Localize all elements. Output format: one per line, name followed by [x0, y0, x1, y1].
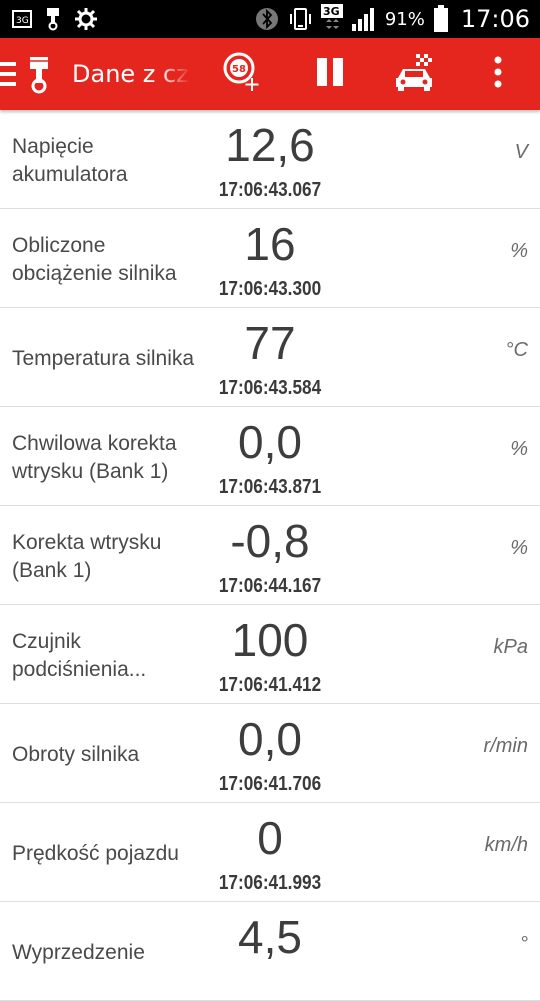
pause-button[interactable] — [302, 38, 358, 110]
sensor-row[interactable]: Czujnik podciśnienia... 100 17:06:41.412… — [0, 605, 540, 704]
sensor-unit: kPa — [493, 636, 528, 658]
sensor-unit: km/h — [484, 834, 528, 856]
sensor-timestamp: 17:06:44.167 — [218, 575, 322, 597]
svg-text:58: 58 — [232, 64, 246, 75]
signal-icon — [351, 6, 377, 32]
sensor-timestamp: 17:06:43.300 — [218, 278, 322, 300]
add-gauge-icon: 58 — [222, 51, 262, 97]
sensor-unit: % — [510, 438, 528, 460]
race-button[interactable] — [386, 38, 442, 110]
page-title: Dane z czujników — [72, 38, 190, 110]
gear-notification-icon — [74, 7, 98, 31]
sensor-unit: r/min — [483, 735, 528, 757]
menu-icon[interactable] — [0, 62, 16, 86]
race-car-icon — [392, 52, 436, 96]
more-options-button[interactable] — [470, 38, 526, 110]
sensor-value: 0 — [257, 812, 283, 864]
sensor-row[interactable]: Wyprzedzenie 4,5 ° — [0, 902, 540, 1001]
sensor-unit: % — [510, 537, 528, 559]
piston-notification-icon — [44, 7, 62, 31]
sensor-row[interactable]: Obroty silnika 0,0 17:06:41.706 r/min — [0, 704, 540, 803]
sensor-row[interactable]: Korekta wtrysku (Bank 1) -0,8 17:06:44.1… — [0, 506, 540, 605]
status-bar: 3G 3G 91% 17:06 — [0, 0, 540, 38]
svg-text:3G: 3G — [16, 16, 29, 26]
pause-icon — [315, 58, 345, 90]
sensor-unit: °C — [505, 339, 528, 361]
sensor-row[interactable]: Napięcie akumulatora 12,6 17:06:43.067 V — [0, 110, 540, 209]
sensor-unit: % — [510, 240, 528, 262]
3g-data-icon: 3G — [320, 4, 343, 34]
sensor-timestamp: 17:06:41.993 — [218, 872, 322, 894]
3g-notification-icon: 3G — [12, 9, 32, 29]
svg-text:3G: 3G — [323, 5, 340, 18]
sensor-value: 77 — [244, 317, 296, 369]
add-gauge-button[interactable]: 58 — [214, 38, 270, 110]
sensor-row[interactable]: Chwilowa korekta wtrysku (Bank 1) 0,0 17… — [0, 407, 540, 506]
app-logo-piston-icon — [26, 55, 52, 99]
sensor-timestamp: 17:06:43.871 — [218, 476, 322, 498]
sensor-value: 0,0 — [238, 713, 302, 765]
sensor-row[interactable]: Obliczone obciążenie silnika 16 17:06:43… — [0, 209, 540, 308]
battery-percentage: 91% — [384, 8, 425, 30]
sensor-value: 4,5 — [238, 911, 302, 963]
sensor-timestamp: 17:06:41.412 — [218, 674, 322, 696]
status-time: 17:06 — [460, 5, 530, 33]
sensor-value: 0,0 — [238, 416, 302, 468]
sensor-value: -0,8 — [230, 515, 310, 567]
sensor-value: 100 — [231, 614, 309, 666]
sensor-timestamp: 17:06:41.706 — [218, 773, 322, 795]
sensor-value: 16 — [244, 218, 296, 270]
sensor-timestamp: 17:06:43.584 — [218, 377, 322, 399]
more-options-icon — [493, 56, 503, 92]
sensor-unit: V — [514, 141, 528, 163]
sensor-timestamp: 17:06:43.067 — [218, 179, 322, 201]
sensor-list: Napięcie akumulatora 12,6 17:06:43.067 V… — [0, 110, 540, 1001]
app-bar: Dane z czujników 58 — [0, 38, 540, 110]
bluetooth-icon — [255, 6, 279, 32]
battery-icon — [433, 5, 449, 33]
sensor-row[interactable]: Prędkość pojazdu 0 17:06:41.993 km/h — [0, 803, 540, 902]
sensor-row[interactable]: Temperatura silnika 77 17:06:43.584 °C — [0, 308, 540, 407]
sensor-value: 12,6 — [225, 119, 315, 171]
sensor-unit: ° — [520, 933, 528, 955]
vibrate-icon — [287, 6, 313, 32]
